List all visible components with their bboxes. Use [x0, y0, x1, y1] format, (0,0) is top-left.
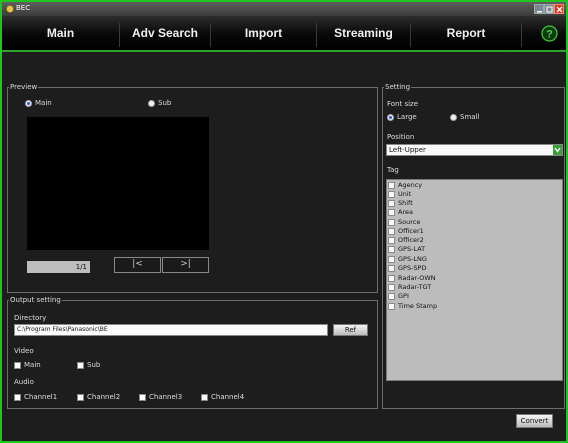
- preview-main-label: Main: [35, 99, 52, 107]
- font-small-radio[interactable]: [450, 114, 457, 121]
- audio-channel4-checkbox[interactable]: [201, 394, 208, 401]
- tag-item-label: Officer2: [398, 236, 424, 244]
- video-main-checkbox[interactable]: [14, 362, 21, 369]
- video-sub-label: Sub: [87, 361, 101, 369]
- tag-label: Tag: [387, 166, 399, 174]
- menu-main[interactable]: Main: [2, 23, 120, 47]
- audio-channel1-checkbox[interactable]: [14, 394, 21, 401]
- audio-channel3-checkbox[interactable]: [139, 394, 146, 401]
- setting-title: Setting: [384, 83, 412, 91]
- video-preview: [27, 117, 209, 250]
- convert-button[interactable]: Convert: [516, 414, 553, 428]
- tag-checkbox[interactable]: [388, 237, 395, 244]
- audio-channel4-label: Channel4: [211, 393, 245, 401]
- tag-item-label: Radar-OWN: [398, 274, 436, 282]
- tag-item-label: Officer1: [398, 227, 424, 235]
- tag-checkbox[interactable]: [388, 265, 395, 272]
- tag-list[interactable]: Agency Unit Shift Area Source Officer1 O…: [386, 179, 563, 381]
- position-label: Position: [387, 133, 415, 141]
- app-icon: [6, 5, 14, 13]
- tag-item-label: GPS-LNG: [398, 255, 427, 263]
- tag-item-label: Agency: [398, 181, 423, 189]
- tag-checkbox[interactable]: [388, 256, 395, 263]
- help-icon[interactable]: ?: [541, 25, 558, 42]
- output-setting-group: Output setting: [7, 296, 378, 409]
- menu-adv-search[interactable]: Adv Search: [120, 23, 211, 47]
- next-button[interactable]: >|: [162, 257, 209, 273]
- maximize-button[interactable]: [544, 4, 554, 14]
- font-size-label: Font size: [387, 100, 419, 108]
- preview-sub-radio[interactable]: [148, 100, 155, 107]
- tag-checkbox[interactable]: [388, 219, 395, 226]
- menu-report[interactable]: Report: [411, 23, 522, 47]
- tag-item-label: Source: [398, 218, 421, 226]
- position-select[interactable]: Left-Upper: [386, 144, 563, 156]
- menu-bar: Main Adv Search Import Streaming Report …: [2, 16, 566, 52]
- menu-import[interactable]: Import: [211, 23, 317, 47]
- chevron-down-icon[interactable]: [553, 145, 562, 155]
- tag-checkbox[interactable]: [388, 246, 395, 253]
- menu-streaming[interactable]: Streaming: [317, 23, 411, 47]
- close-icon: [556, 6, 563, 13]
- tag-checkbox[interactable]: [388, 228, 395, 235]
- tag-checkbox[interactable]: [388, 182, 395, 189]
- minimize-button[interactable]: [534, 4, 544, 14]
- tag-item-label: Area: [398, 208, 413, 216]
- video-main-label: Main: [24, 361, 41, 369]
- window-title: BEC: [16, 4, 31, 12]
- output-setting-title: Output setting: [9, 296, 62, 304]
- prev-button[interactable]: |<: [114, 257, 161, 273]
- tag-checkbox[interactable]: [388, 303, 395, 310]
- tag-item-label: Time Stamp: [398, 302, 438, 310]
- preview-main-radio[interactable]: [25, 100, 32, 107]
- font-small-label: Small: [460, 113, 480, 121]
- svg-text:?: ?: [546, 29, 553, 41]
- tag-checkbox[interactable]: [388, 275, 395, 282]
- audio-channel2-label: Channel2: [87, 393, 121, 401]
- ref-button[interactable]: Ref: [333, 324, 368, 336]
- tag-checkbox[interactable]: [388, 293, 395, 300]
- close-button[interactable]: [554, 4, 564, 14]
- preview-title: Preview: [9, 83, 39, 91]
- tag-item-label: GPS-LAT: [398, 245, 426, 253]
- audio-label: Audio: [14, 378, 34, 386]
- audio-channel1-label: Channel1: [24, 393, 58, 401]
- audio-channel2-checkbox[interactable]: [77, 394, 84, 401]
- tag-checkbox[interactable]: [388, 284, 395, 291]
- video-sub-checkbox[interactable]: [77, 362, 84, 369]
- tag-item-label: Unit: [398, 190, 412, 198]
- tag-checkbox[interactable]: [388, 191, 395, 198]
- title-bar[interactable]: BEC: [2, 2, 566, 16]
- frame-counter: 1/1: [27, 261, 90, 273]
- position-value: Left-Upper: [389, 146, 426, 154]
- tag-item-label: Shift: [398, 199, 413, 207]
- font-large-label: Large: [397, 113, 417, 121]
- tag-item-label: GPI: [398, 292, 409, 300]
- tag-item-label: GPS-SPD: [398, 264, 427, 272]
- status-strip: [2, 431, 566, 441]
- audio-channel3-label: Channel3: [149, 393, 183, 401]
- font-large-radio[interactable]: [387, 114, 394, 121]
- directory-label: Directory: [14, 314, 47, 322]
- tag-item-label: Radar-TGT: [398, 283, 432, 291]
- tag-checkbox[interactable]: [388, 200, 395, 207]
- video-label: Video: [14, 347, 34, 355]
- preview-sub-label: Sub: [158, 99, 172, 107]
- tag-checkbox[interactable]: [388, 209, 395, 216]
- directory-field[interactable]: C:\Program Files\Panasonic\BE: [14, 324, 328, 336]
